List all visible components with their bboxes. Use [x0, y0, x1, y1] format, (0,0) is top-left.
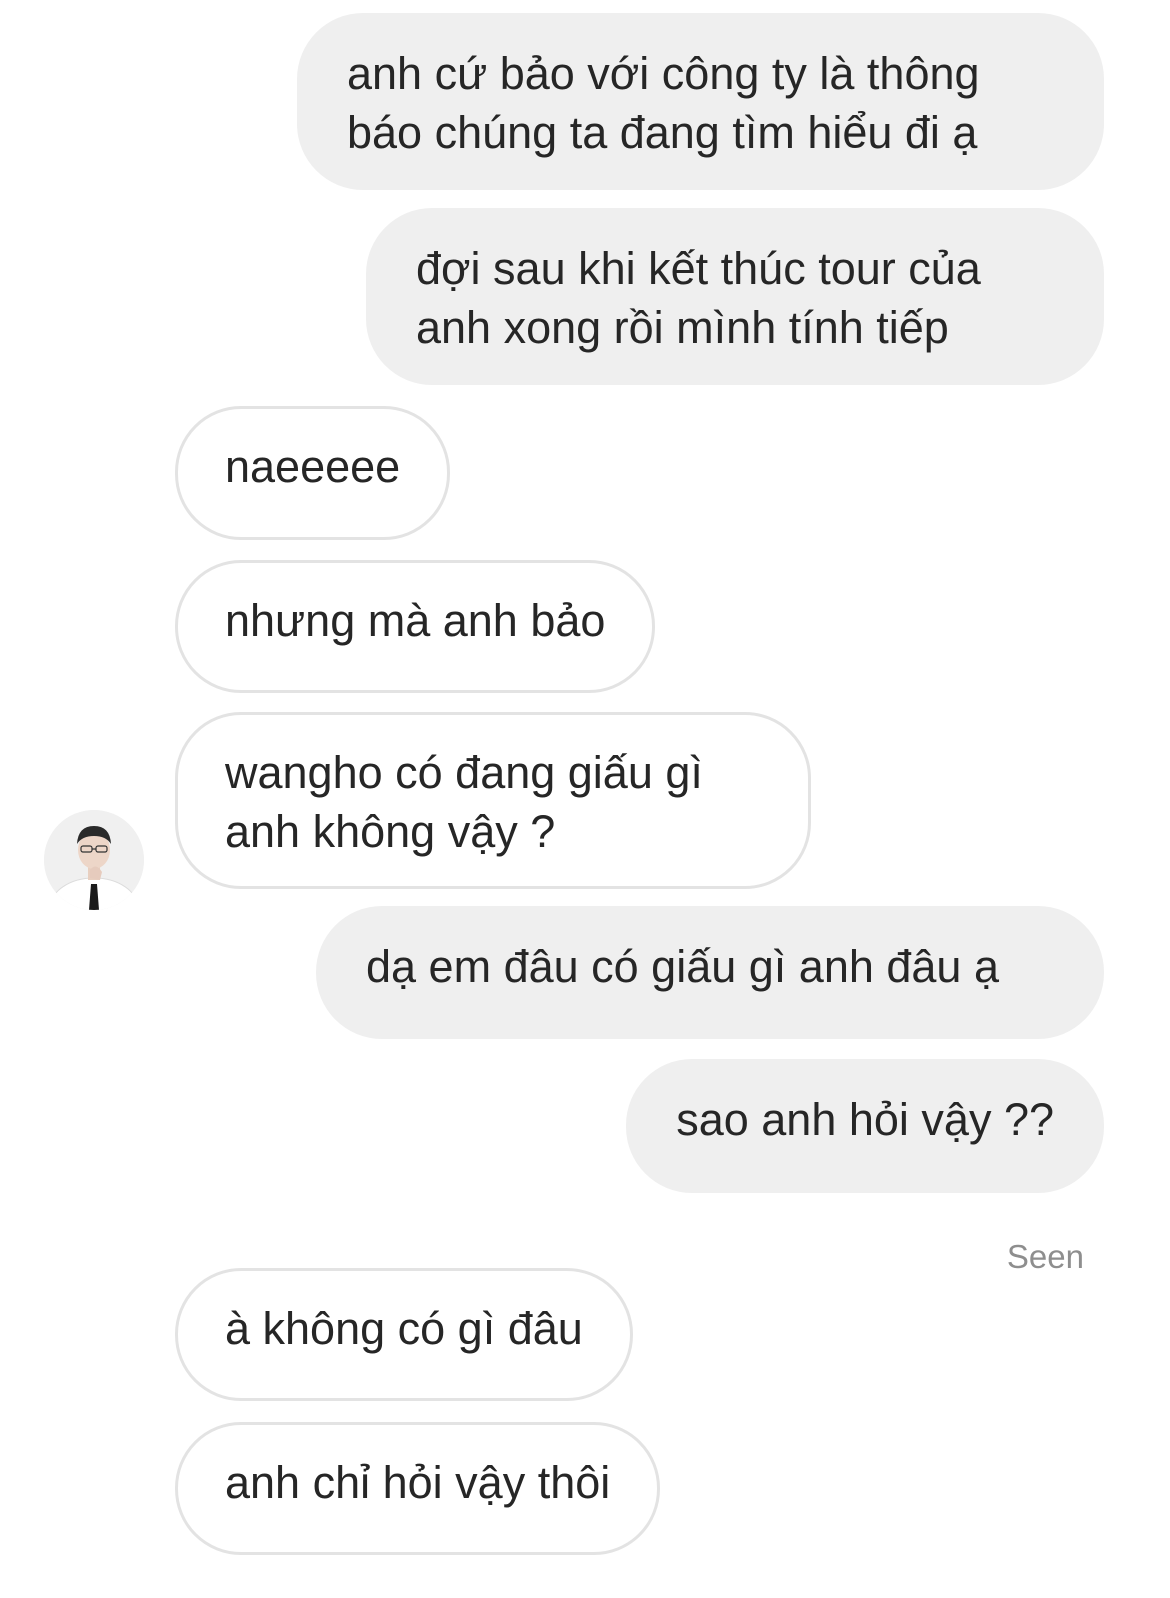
message-text: à không có gì đâu	[225, 1303, 583, 1354]
message-text: sao anh hỏi vậy ??	[676, 1094, 1054, 1145]
message-bubble-outgoing[interactable]: dạ em đâu có giấu gì anh đâu ạ	[316, 906, 1104, 1039]
message-text: anh chỉ hỏi vậy thôi	[225, 1457, 611, 1508]
message-text: báo chúng ta đang tìm hiểu đi ạ	[347, 107, 978, 158]
message-text: đợi sau khi kết thúc tour của	[416, 243, 981, 294]
message-text: dạ em đâu có giấu gì anh đâu ạ	[366, 941, 999, 992]
message-text: anh cứ bảo với công ty là thông	[347, 48, 980, 99]
message-text: nhưng mà anh bảo	[225, 595, 606, 646]
seen-status: Seen	[1006, 1238, 1084, 1275]
message-text: anh không vậy ?	[225, 806, 556, 857]
message-bubble-outgoing[interactable]: đợi sau khi kết thúc tour của anh xong r…	[366, 208, 1104, 385]
message-text: wangho có đang giấu gì	[225, 747, 703, 798]
user-avatar[interactable]	[44, 810, 144, 910]
avatar-icon	[44, 810, 144, 910]
message-text: anh xong rồi mình tính tiếp	[416, 302, 949, 353]
message-bubble-outgoing[interactable]: sao anh hỏi vậy ??	[626, 1059, 1104, 1193]
message-bubble-outgoing[interactable]: anh cứ bảo với công ty là thông báo chún…	[297, 13, 1104, 190]
message-bubble-incoming[interactable]: naeeeee	[175, 406, 451, 540]
message-bubble-incoming[interactable]: anh chỉ hỏi vậy thôi	[175, 1422, 661, 1555]
message-bubble-incoming[interactable]: à không có gì đâu	[175, 1268, 633, 1401]
message-text: naeeeee	[225, 441, 401, 492]
message-bubble-incoming[interactable]: wangho có đang giấu gì anh không vậy ?	[175, 712, 811, 889]
message-bubble-incoming[interactable]: nhưng mà anh bảo	[175, 560, 656, 693]
